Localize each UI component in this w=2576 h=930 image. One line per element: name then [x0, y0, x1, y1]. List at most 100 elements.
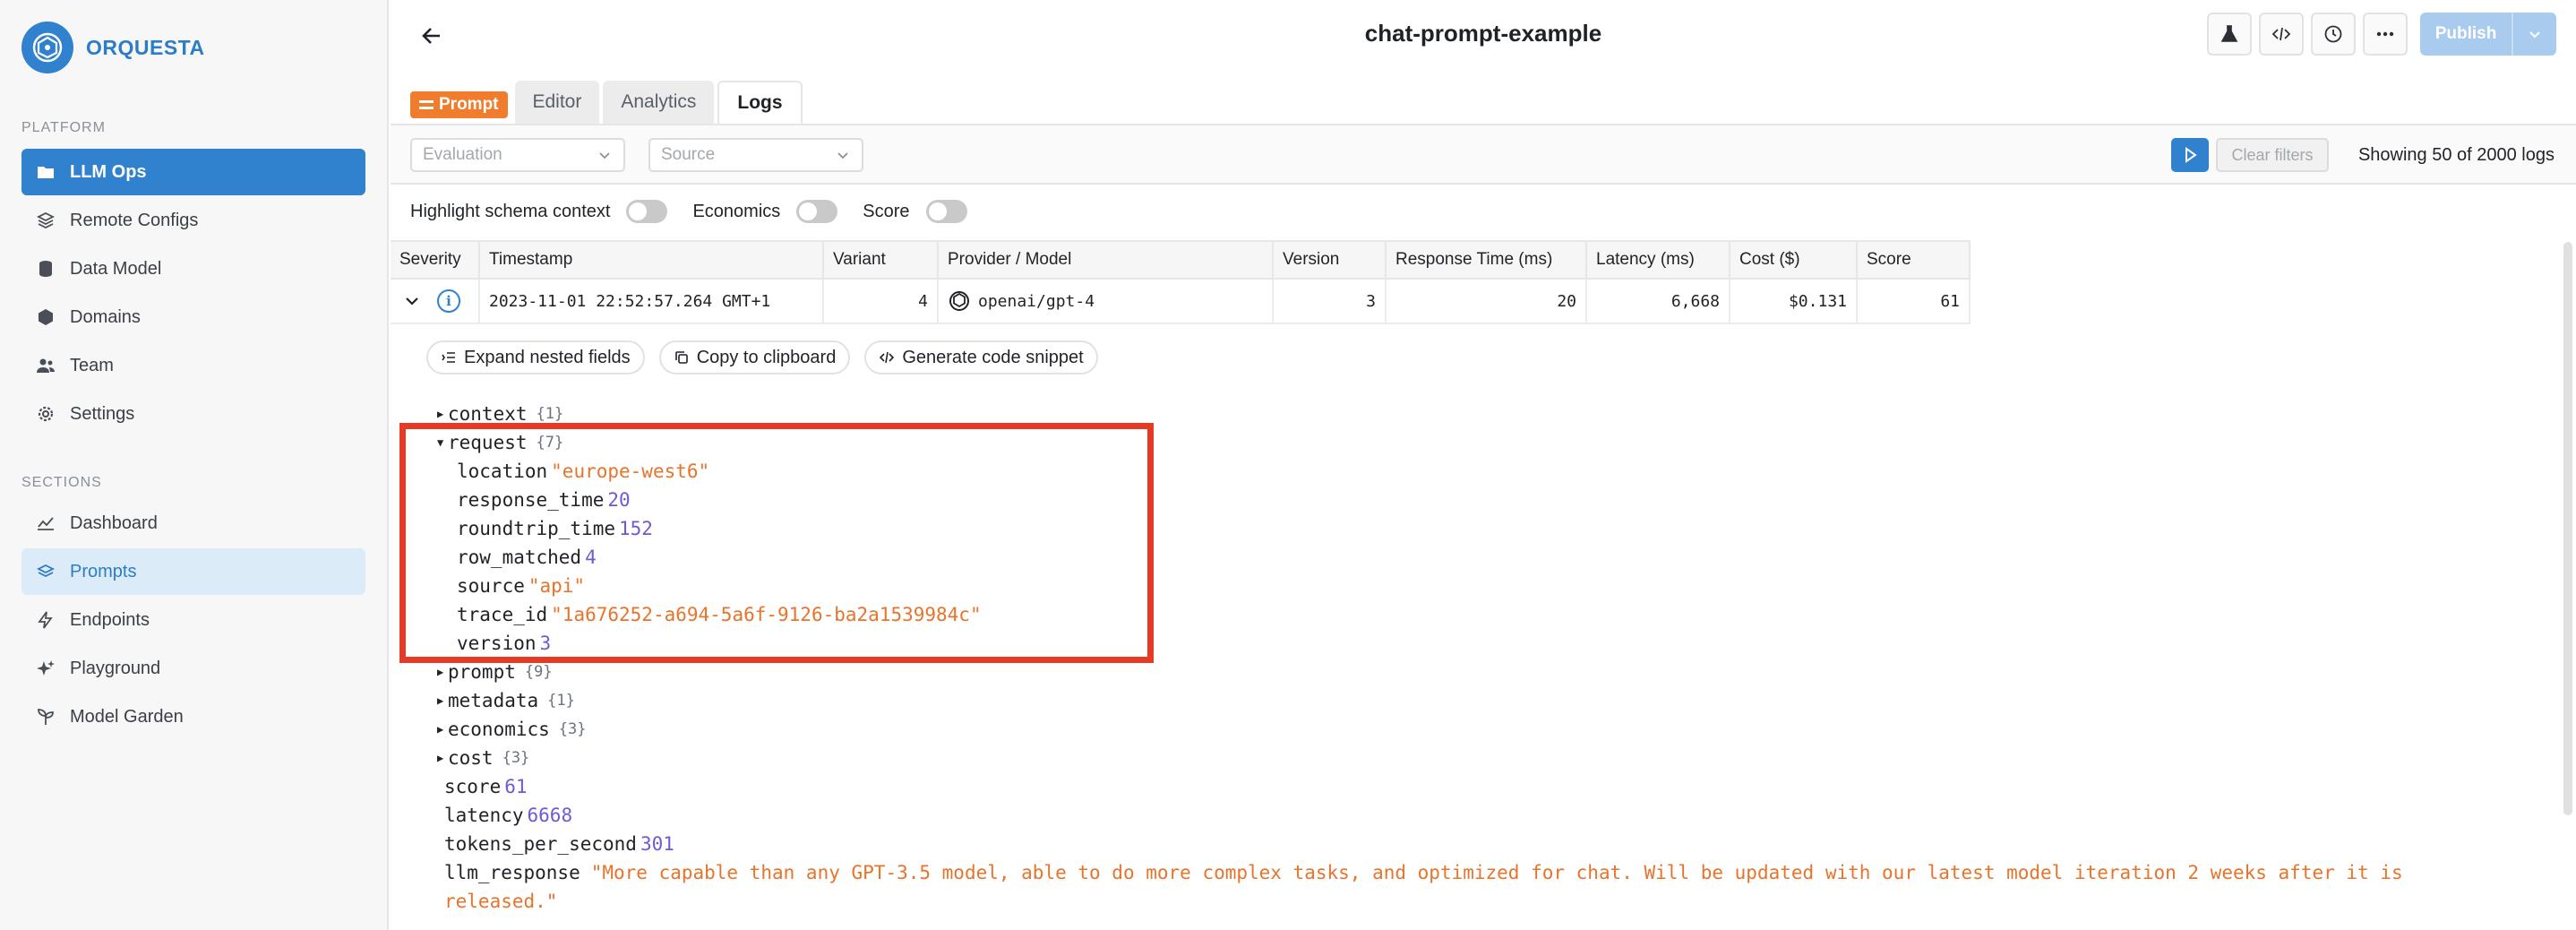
- sidebar-item-settings[interactable]: Settings: [21, 391, 365, 437]
- expand-nested-fields-button[interactable]: Expand nested fields: [426, 340, 645, 375]
- provider-model-text: openai/gpt-4: [978, 291, 1095, 311]
- orquesta-logo-icon: [21, 22, 73, 73]
- clear-filters-button[interactable]: Clear filters: [2216, 138, 2329, 172]
- sidebar-item-prompts[interactable]: Prompts: [21, 548, 365, 595]
- sidebar-item-remote-configs[interactable]: Remote Configs: [21, 197, 365, 244]
- evaluation-select-placeholder: Evaluation: [423, 145, 502, 164]
- json-key: request: [448, 432, 528, 453]
- score-label: Score: [863, 201, 910, 221]
- json-key: row_matched: [457, 547, 582, 568]
- provider-cell: openai/gpt-4: [939, 280, 1274, 323]
- generate-code-snippet-button[interactable]: Generate code snippet: [864, 340, 1098, 375]
- json-value: "europe-west6": [551, 461, 710, 482]
- json-count: {1}: [547, 692, 575, 710]
- json-key: location: [457, 461, 548, 482]
- prompt-badge: Prompt: [410, 91, 508, 118]
- more-button[interactable]: [2363, 13, 2408, 56]
- sidebar-item-data-model[interactable]: Data Model: [21, 245, 365, 292]
- sidebar-item-playground[interactable]: Playground: [21, 645, 365, 692]
- copy-to-clipboard-button[interactable]: Copy to clipboard: [658, 340, 851, 375]
- apply-filters-button[interactable]: [2171, 138, 2209, 172]
- publish-options-button[interactable]: [2512, 13, 2556, 56]
- latency-cell: 6,668: [1587, 280, 1730, 323]
- column-header-severity[interactable]: Severity: [391, 242, 480, 278]
- json-node-context[interactable]: ▶ context {1}: [437, 400, 2403, 428]
- json-key: prompt: [448, 661, 516, 683]
- detail-actions: Expand nested fields Copy to clipboard G…: [426, 340, 1098, 375]
- clock-icon: [2324, 25, 2342, 43]
- caret-right-icon: ▶: [437, 666, 444, 678]
- logs-table: Severity Timestamp Variant Provider / Mo…: [391, 240, 1971, 324]
- column-header-version[interactable]: Version: [1274, 242, 1387, 278]
- collapse-row-icon[interactable]: [403, 292, 421, 310]
- json-value: "1a676252-a694-5a6f-9126-ba2a1539984c": [551, 604, 982, 625]
- tab-logs[interactable]: Logs: [717, 81, 803, 124]
- column-header-response-time[interactable]: Response Time (ms): [1387, 242, 1587, 278]
- users-icon: [36, 356, 56, 375]
- vertical-scrollbar[interactable]: [2563, 242, 2572, 815]
- brand[interactable]: ORQUESTA: [21, 22, 205, 73]
- column-header-timestamp[interactable]: Timestamp: [480, 242, 824, 278]
- json-key: latency: [444, 805, 524, 826]
- json-count: {9}: [524, 663, 553, 681]
- json-node-prompt[interactable]: ▶ prompt {9}: [437, 658, 2403, 686]
- json-field-response-time: response_time 20: [437, 486, 2403, 514]
- evaluation-select[interactable]: Evaluation: [410, 138, 625, 172]
- log-count: Showing 50 of 2000 logs: [2357, 145, 2555, 165]
- sidebar-item-llm-ops[interactable]: LLM Ops: [21, 149, 365, 195]
- sidebar-item-label: Team: [70, 355, 114, 375]
- json-value: 152: [619, 518, 653, 539]
- caret-right-icon: ▶: [437, 408, 444, 420]
- highlight-schema-label: Highlight schema context: [410, 201, 611, 221]
- column-header-score[interactable]: Score: [1858, 242, 1971, 278]
- column-header-provider[interactable]: Provider / Model: [939, 242, 1274, 278]
- sidebar-item-label: LLM Ops: [70, 161, 147, 182]
- json-key: context: [448, 403, 528, 425]
- sidebar-item-team[interactable]: Team: [21, 342, 365, 389]
- score-cell: 61: [1858, 280, 1971, 323]
- json-node-request[interactable]: ▼ request {7}: [437, 428, 2403, 457]
- json-key: source: [457, 575, 525, 597]
- json-field-roundtrip-time: roundtrip_time 152: [437, 514, 2403, 543]
- tab-editor[interactable]: Editor: [514, 81, 600, 124]
- json-key: tokens_per_second: [444, 833, 637, 855]
- column-header-latency[interactable]: Latency (ms): [1587, 242, 1730, 278]
- economics-toggle[interactable]: [796, 200, 838, 223]
- publish-split-button: Publish: [2420, 13, 2556, 56]
- publish-button[interactable]: Publish: [2420, 13, 2512, 56]
- openai-logo-icon: [949, 291, 969, 311]
- code-icon: [2271, 27, 2291, 41]
- history-button[interactable]: [2311, 13, 2356, 56]
- copy-icon: [674, 349, 690, 366]
- json-key: version: [457, 633, 537, 654]
- database-icon: [36, 259, 56, 279]
- sidebar-item-label: Model Garden: [70, 706, 184, 727]
- filter-bar: Evaluation Source Clear filters Showing …: [391, 125, 2576, 185]
- code-button[interactable]: [2259, 13, 2304, 56]
- table-row[interactable]: i 2023-11-01 22:52:57.264 GMT+1 4 openai…: [391, 280, 1971, 324]
- sidebar-item-dashboard[interactable]: Dashboard: [21, 500, 365, 547]
- column-header-variant[interactable]: Variant: [824, 242, 939, 278]
- json-node-metadata[interactable]: ▶ metadata {1}: [437, 686, 2403, 715]
- version-cell: 3: [1274, 280, 1387, 323]
- json-field-tokens-per-second: tokens_per_second 301: [437, 830, 2403, 858]
- tab-analytics[interactable]: Analytics: [603, 81, 715, 124]
- column-header-cost[interactable]: Cost ($): [1730, 242, 1858, 278]
- gear-icon: [36, 404, 56, 424]
- info-severity-icon: i: [437, 289, 460, 313]
- chevron-down-icon: [599, 152, 610, 159]
- sidebar-item-endpoints[interactable]: Endpoints: [21, 597, 365, 643]
- chevron-down-icon: [837, 152, 848, 159]
- header-actions: Publish: [2207, 13, 2556, 56]
- json-node-cost[interactable]: ▶ cost {3}: [437, 744, 2403, 772]
- json-count: {3}: [558, 720, 587, 738]
- sidebar-item-domains[interactable]: Domains: [21, 294, 365, 340]
- score-toggle[interactable]: [925, 200, 967, 223]
- flask-button[interactable]: [2207, 13, 2252, 56]
- json-key: economics: [448, 719, 550, 740]
- json-node-economics[interactable]: ▶ economics {3}: [437, 715, 2403, 744]
- source-select[interactable]: Source: [648, 138, 863, 172]
- source-select-placeholder: Source: [661, 145, 716, 164]
- highlight-schema-toggle[interactable]: [626, 200, 668, 223]
- sidebar-item-model-garden[interactable]: Model Garden: [21, 693, 365, 740]
